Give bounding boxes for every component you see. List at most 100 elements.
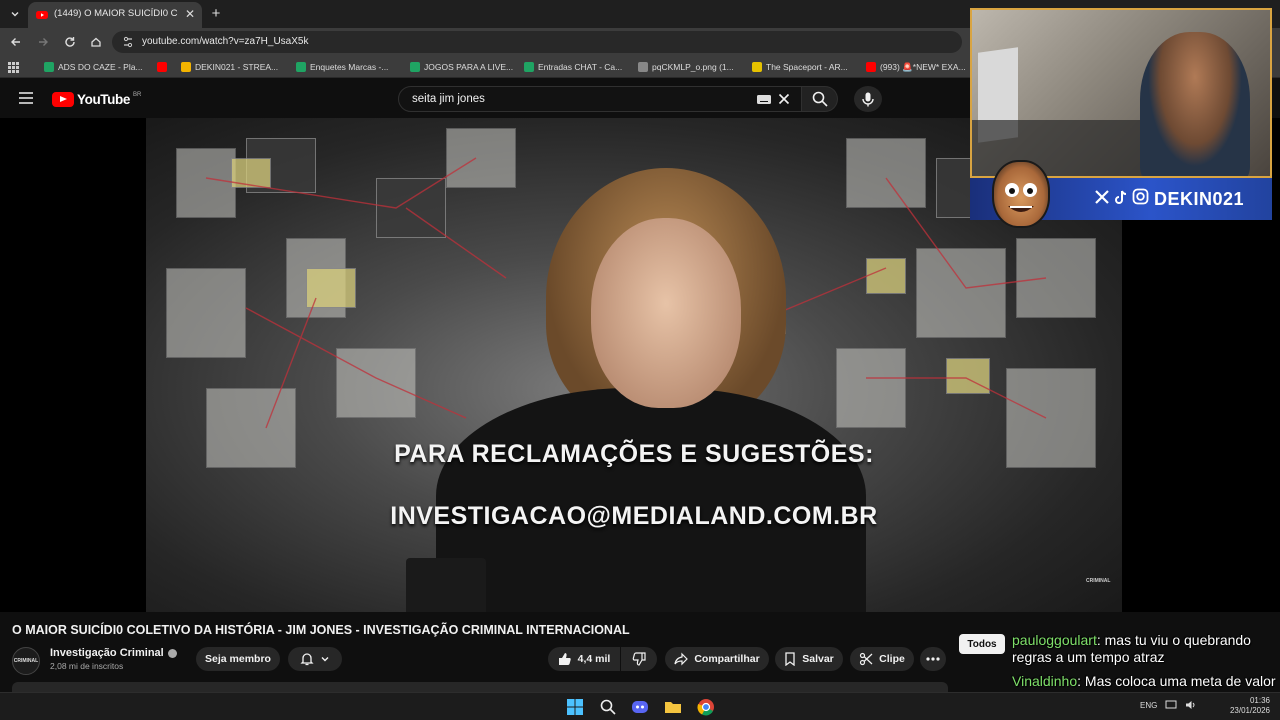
streamer-webcam <box>970 8 1272 178</box>
bookmark-item[interactable]: Enquetes Marcas -... <box>296 60 388 74</box>
clip-button[interactable]: Clipe <box>850 647 914 671</box>
spaceport-icon <box>752 62 762 72</box>
search-icon <box>812 91 828 107</box>
streamer-cartoon-avatar <box>992 160 1050 228</box>
join-label: Seja membro <box>205 653 271 665</box>
channel-avatar[interactable]: CRIMINAL <box>12 647 40 675</box>
more-horizontal-icon <box>926 657 940 661</box>
scissors-icon <box>860 652 873 666</box>
tab-title: (1449) O MAIOR SUICÍDI0 COLE <box>54 8 178 19</box>
drive-icon <box>181 62 191 72</box>
reload-icon[interactable] <box>62 34 78 50</box>
like-button[interactable]: 4,4 mil <box>548 647 620 671</box>
channel-name-text: Investigação Criminal <box>50 647 164 659</box>
mug <box>406 558 486 612</box>
presenter-face <box>591 218 741 408</box>
bookmark-item[interactable]: ADS DO CAZE - Pla... <box>44 60 143 74</box>
volume-icon[interactable] <box>1185 700 1197 710</box>
tab-close-icon[interactable]: ✕ <box>182 6 198 22</box>
search-input[interactable]: seita jim jones <box>398 86 802 112</box>
instagram-icon <box>1132 188 1149 205</box>
subscriber-count: 2,08 mi de inscritos <box>50 661 124 671</box>
description-box[interactable] <box>12 682 948 692</box>
chat-username: Vinaldinho <box>1012 673 1078 689</box>
video-overlay-text-1: PARA RECLAMAÇÕES E SUGESTÕES: <box>394 440 874 468</box>
menu-icon[interactable] <box>18 91 36 107</box>
join-button[interactable]: Seja membro <box>196 647 280 671</box>
youtube-play-icon <box>52 91 74 107</box>
bell-icon <box>300 653 314 666</box>
clock-date: 23/01/2026 <box>1229 706 1270 715</box>
keyboard-icon[interactable] <box>757 95 771 104</box>
windows-start-icon[interactable] <box>566 698 584 716</box>
back-arrow-icon[interactable] <box>8 34 24 50</box>
sheets-icon <box>524 62 534 72</box>
share-label: Compartilhar <box>694 653 760 665</box>
bookmark-item[interactable] <box>157 60 167 74</box>
youtube-icon <box>866 62 876 72</box>
url-text: youtube.com/watch?v=za7H_UsaX5k <box>142 36 309 47</box>
chrome-icon[interactable] <box>697 698 715 716</box>
youtube-icon <box>157 62 167 72</box>
chevron-down-icon <box>321 657 329 662</box>
presenter-body <box>436 388 866 612</box>
channel-watermark: CRIMINAL <box>1086 578 1111 584</box>
dislike-button[interactable] <box>621 647 657 671</box>
site-info-icon[interactable] <box>121 35 135 49</box>
clock-time: 01:36 <box>1249 696 1270 705</box>
clear-search-icon[interactable] <box>777 92 791 106</box>
discord-icon[interactable] <box>631 698 649 716</box>
more-actions-button[interactable] <box>920 647 946 671</box>
video-overlay-text-2: INVESTIGACAO@MEDIALAND.COM.BR <box>390 502 878 530</box>
forward-arrow-icon[interactable] <box>35 34 51 50</box>
chat-filter-button[interactable]: Todos <box>959 634 1005 654</box>
sheets-icon <box>296 62 306 72</box>
chevron-down-icon <box>11 12 19 17</box>
youtube-logo[interactable]: YouTube BR <box>52 91 141 107</box>
home-icon[interactable] <box>88 34 104 50</box>
search-icon[interactable] <box>599 698 617 716</box>
address-bar[interactable]: youtube.com/watch?v=za7H_UsaX5k <box>112 31 962 53</box>
notification-bell-button[interactable] <box>288 647 342 671</box>
save-label: Salvar <box>802 653 834 665</box>
save-button[interactable]: Salvar <box>775 647 843 671</box>
thumbs-down-icon <box>632 652 646 666</box>
tiktok-icon <box>1115 190 1127 204</box>
apps-grid-icon[interactable] <box>8 60 19 74</box>
bookmark-item[interactable]: pqCKMLP_o.png (1... <box>638 60 734 74</box>
video-title: O MAIOR SUICÍDI0 COLETIVO DA HISTÓRIA - … <box>12 623 630 637</box>
system-clock[interactable]: 01:36 23/01/2026 <box>1222 696 1270 716</box>
share-button[interactable]: Compartilhar <box>665 647 769 671</box>
streamer-social-bar: DEKIN021 <box>970 160 1272 228</box>
tab-search-button[interactable] <box>6 5 24 23</box>
bookmark-item[interactable]: JOGOS PARA A LIVE... <box>410 60 513 74</box>
bookmark-icon <box>785 652 795 666</box>
tab-active[interactable]: (1449) O MAIOR SUICÍDI0 COLE ✕ <box>28 2 202 28</box>
social-icons <box>1094 188 1149 205</box>
search-button[interactable] <box>802 86 838 112</box>
windows-taskbar: ENG 01:36 23/01/2026 <box>0 692 1280 720</box>
bookmark-item[interactable]: The Spaceport - AR... <box>752 60 848 74</box>
voice-search-button[interactable] <box>854 86 882 112</box>
youtube-wordmark: YouTube <box>77 91 130 107</box>
microphone-icon <box>862 92 874 106</box>
clip-label: Clipe <box>879 653 905 665</box>
bookmark-item[interactable]: DEKIN021 - STREA... <box>181 60 278 74</box>
bookmark-item[interactable]: (993) 🚨*NEW* EXA... <box>866 60 966 74</box>
new-tab-button[interactable]: + <box>208 5 224 22</box>
like-count: 4,4 mil <box>577 653 611 665</box>
youtube-favicon-icon <box>36 9 48 21</box>
system-tray[interactable]: ENG <box>1140 700 1197 710</box>
verified-badge-icon <box>167 648 177 658</box>
network-icon[interactable] <box>1165 700 1177 710</box>
channel-name[interactable]: Investigação Criminal <box>50 647 177 659</box>
share-icon <box>674 652 689 666</box>
streamer-handle: DEKIN021 <box>1154 189 1245 209</box>
file-explorer-icon[interactable] <box>664 698 682 716</box>
search-query: seita jim jones <box>412 93 485 105</box>
chat-message: pauloggoulart: mas tu viu o quebrando re… <box>1012 632 1251 665</box>
language-indicator[interactable]: ENG <box>1140 701 1157 710</box>
webcam-streamer <box>1140 32 1250 176</box>
bookmark-item[interactable]: Entradas CHAT - Ca... <box>524 60 622 74</box>
x-twitter-icon <box>1095 189 1109 204</box>
